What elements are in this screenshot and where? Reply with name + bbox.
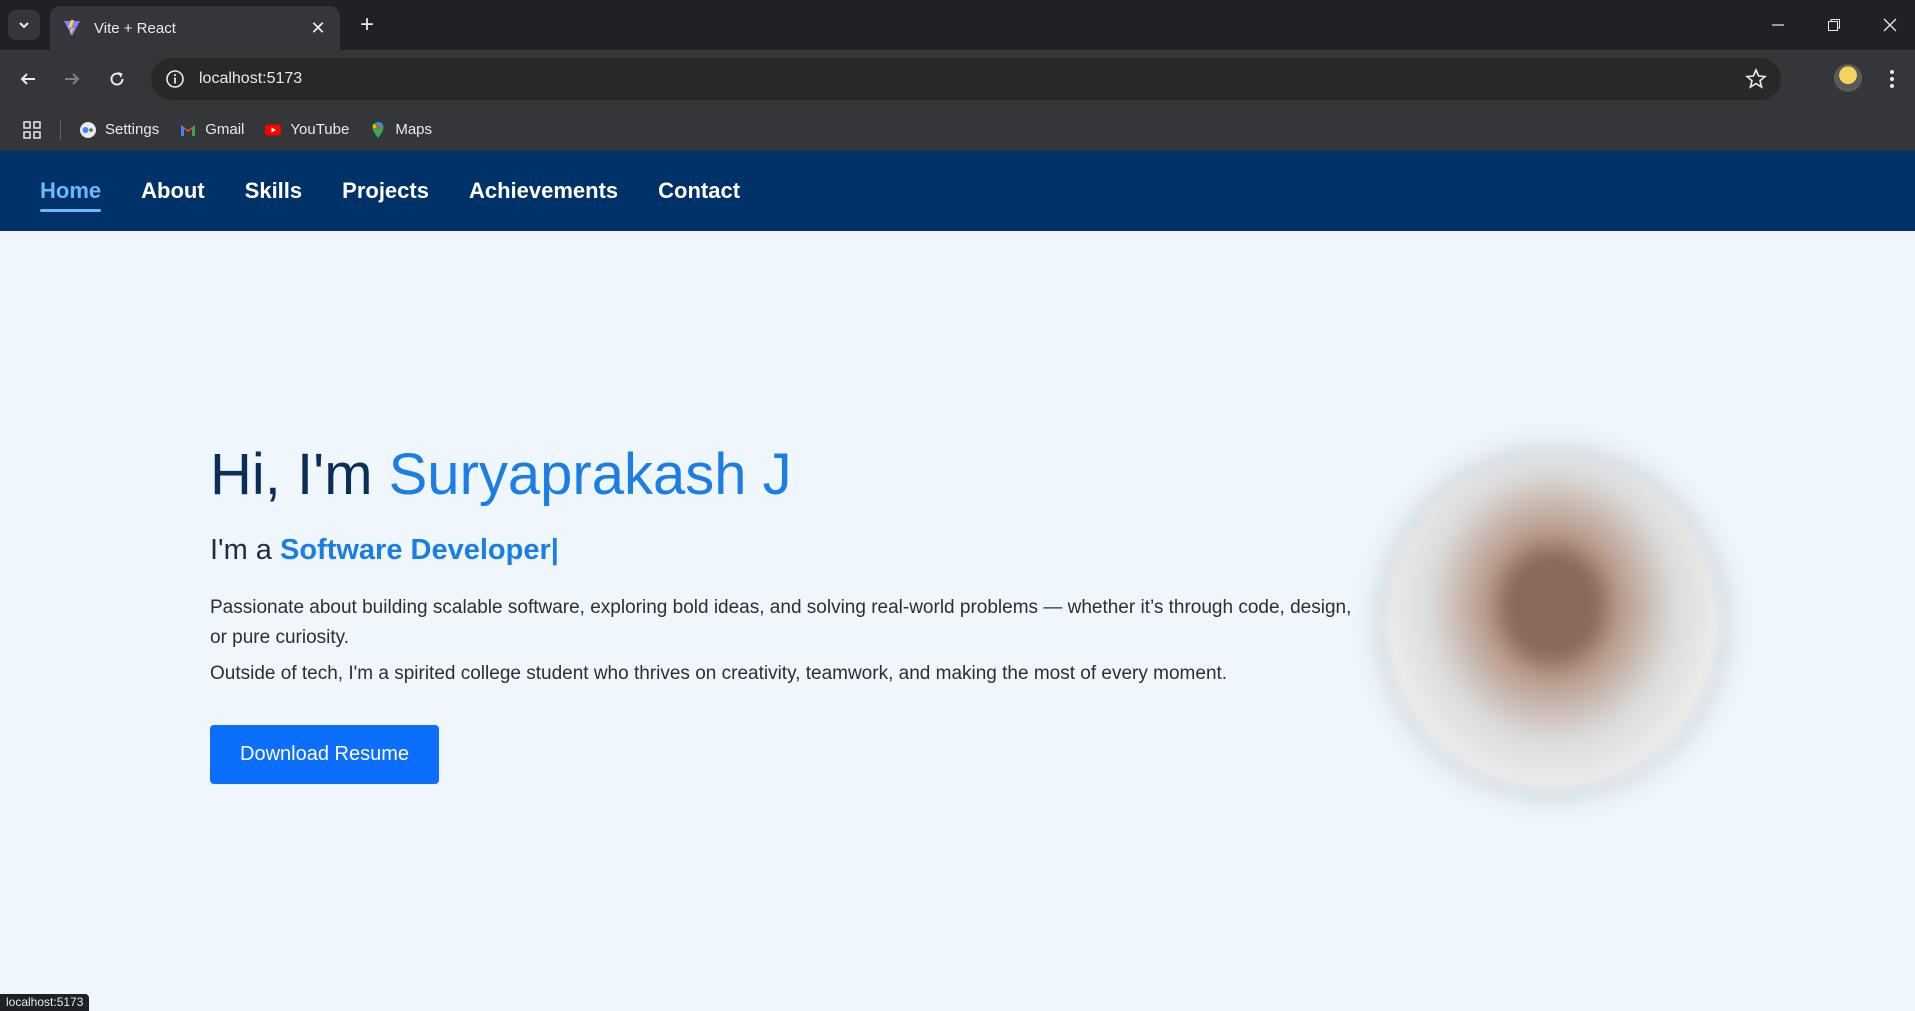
- new-tab-button[interactable]: +: [352, 10, 382, 40]
- bookmark-label: Maps: [395, 121, 433, 138]
- nav-link-contact[interactable]: Contact: [658, 172, 740, 210]
- tab-search-button[interactable]: [8, 10, 40, 40]
- bookmark-label: Gmail: [205, 121, 245, 138]
- gmail-icon: [181, 124, 196, 136]
- vite-logo-icon: [64, 20, 80, 36]
- reload-icon: [110, 72, 124, 86]
- restore-button[interactable]: [1806, 0, 1862, 50]
- hero-section: Hi, I'm Suryaprakash J I'm a Software De…: [210, 440, 1360, 784]
- download-resume-button[interactable]: Download Resume: [210, 724, 439, 784]
- hero-subtitle: I'm a Software Developer|: [210, 534, 1360, 567]
- nav-link-skills[interactable]: Skills: [245, 172, 302, 210]
- close-tab-icon[interactable]: ✕: [308, 18, 328, 39]
- close-icon: [1883, 18, 1897, 32]
- site-navbar: Home About Skills Projects Achievements …: [0, 151, 1915, 231]
- bookmark-label: YouTube: [290, 121, 350, 138]
- settings-icon: [80, 121, 96, 138]
- address-bar[interactable]: localhost:5173: [151, 58, 1781, 100]
- hero-paragraph-1: Passionate about building scalable softw…: [210, 596, 1352, 648]
- hero-name: Suryaprakash J: [388, 442, 792, 507]
- forward-arrow-icon: [65, 73, 80, 85]
- profile-avatar[interactable]: [1834, 64, 1862, 92]
- bookmark-settings[interactable]: Settings: [79, 121, 159, 139]
- chevron-down-icon: [19, 22, 29, 29]
- hero-title: Hi, I'm Suryaprakash J: [210, 440, 1360, 510]
- youtube-icon: [265, 124, 282, 135]
- back-arrow-icon: [20, 73, 35, 85]
- restore-icon: [1828, 19, 1840, 31]
- browser-tabstrip: Vite + React ✕ +: [0, 0, 1915, 50]
- bookmarks-bar: Settings Gmail YouTube Maps: [0, 108, 1915, 151]
- tab-title: Vite + React: [94, 19, 176, 37]
- forward-button[interactable]: [56, 63, 88, 95]
- browser-tab[interactable]: Vite + React ✕: [50, 6, 340, 50]
- nav-link-home[interactable]: Home: [40, 172, 102, 212]
- role-prefix: I'm a: [210, 533, 280, 566]
- status-bar-url: localhost:5173: [0, 994, 90, 1011]
- bookmark-label: Settings: [105, 121, 160, 138]
- browser-toolbar: localhost:5173: [0, 50, 1915, 108]
- nav-link-about[interactable]: About: [141, 172, 205, 210]
- hero-paragraph-2: Outside of tech, I'm a spirited college …: [210, 662, 1228, 684]
- nav-link-projects[interactable]: Projects: [342, 172, 429, 210]
- bookmark-gmail[interactable]: Gmail: [179, 121, 244, 139]
- close-window-button[interactable]: [1862, 0, 1915, 50]
- reload-button[interactable]: [101, 63, 133, 95]
- bookmark-youtube[interactable]: YouTube: [264, 121, 349, 139]
- site-info-icon[interactable]: [165, 69, 185, 89]
- nav-link-achievements[interactable]: Achievements: [469, 172, 618, 210]
- maps-icon: [372, 121, 384, 138]
- back-button[interactable]: [12, 63, 44, 95]
- bookmark-maps[interactable]: Maps: [369, 121, 432, 139]
- hero-greeting: Hi, I'm: [210, 442, 389, 507]
- minimize-icon: [1772, 24, 1784, 26]
- url-text: localhost:5173: [199, 70, 303, 87]
- typed-role: Software Developer|: [280, 533, 559, 566]
- minimize-button[interactable]: [1750, 0, 1806, 50]
- profile-photo: [1385, 455, 1720, 790]
- browser-menu-icon[interactable]: [1882, 65, 1902, 93]
- bookmark-star-icon[interactable]: [1745, 68, 1767, 90]
- bookmarks-divider: [60, 119, 61, 140]
- apps-grid-icon[interactable]: [22, 120, 42, 140]
